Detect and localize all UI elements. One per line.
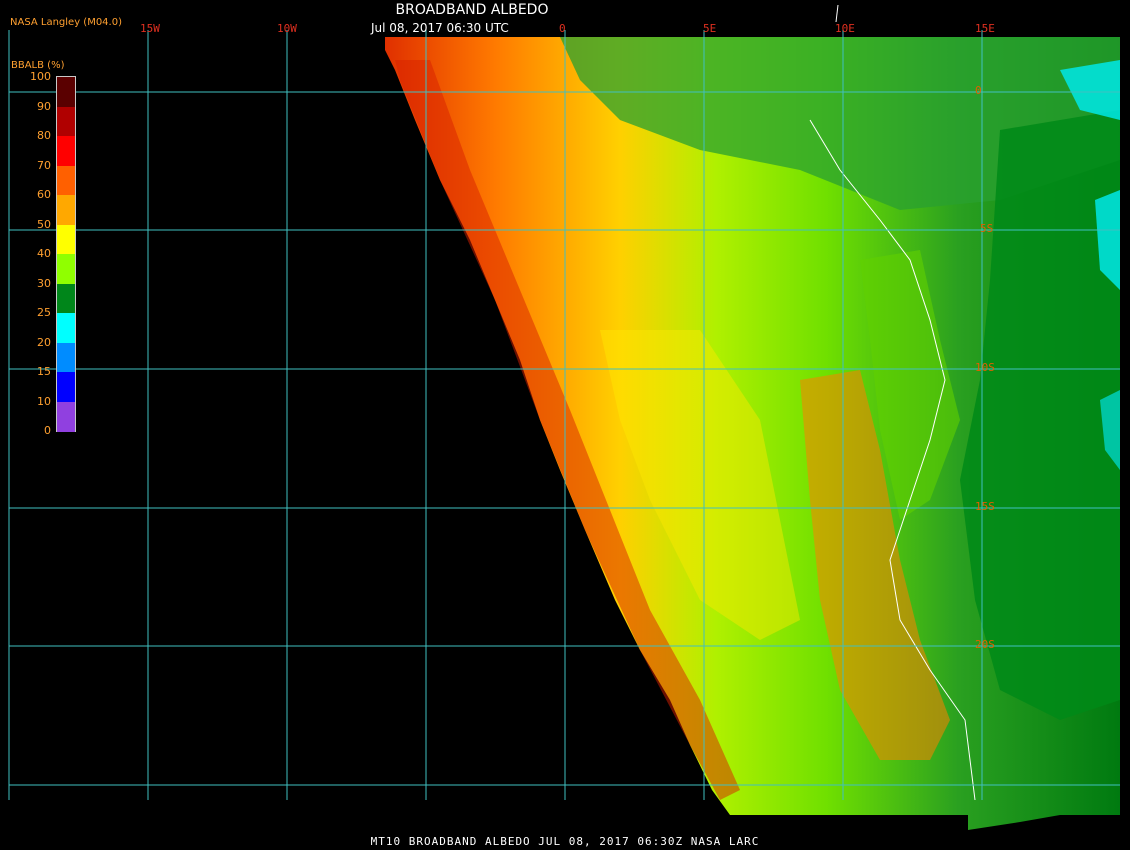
map-title: BROADBAND ALBEDO <box>395 2 549 18</box>
legend-tick-label: 0 <box>44 424 51 437</box>
lat-label: 10S <box>975 361 995 374</box>
legend-tick-label: 70 <box>37 158 51 172</box>
legend-swatch <box>57 165 75 196</box>
map-timestamp: Jul 08, 2017 06:30 UTC <box>371 21 509 35</box>
legend-tick-label: 15 <box>37 365 51 378</box>
legend-tick-label: 50 <box>37 217 51 231</box>
legend-tick-label: 80 <box>37 129 51 142</box>
legend-swatch <box>57 372 75 402</box>
legend-swatch <box>57 195 75 225</box>
legend-swatch <box>57 254 75 284</box>
credit-label: NASA Langley (M04.0) <box>10 17 122 28</box>
legend-tick-label: 20 <box>37 335 51 349</box>
legend-tick-label: 100 <box>30 70 51 83</box>
legend-swatch <box>57 401 75 432</box>
legend-tick-label: 90 <box>37 99 51 113</box>
lat-label: 15S <box>975 500 995 513</box>
lat-label: 0 <box>975 84 982 97</box>
lon-label: 15W <box>140 22 160 35</box>
legend-swatch <box>57 77 75 107</box>
legend-tick-label: 60 <box>37 188 51 201</box>
legend-swatch <box>57 342 75 373</box>
lon-label: 0 <box>559 22 566 35</box>
lon-label: 10E <box>835 22 855 35</box>
legend-swatch <box>57 106 75 137</box>
lat-label: 20S <box>975 638 995 651</box>
legend-tick-label: 10 <box>37 394 51 408</box>
lat-label: 5S <box>980 222 994 235</box>
lon-label: 15E <box>975 22 995 35</box>
legend-swatch <box>57 224 75 255</box>
footer-caption: MT10 BROADBAND ALBEDO JUL 08, 2017 06:30… <box>370 835 760 848</box>
lon-label: 5E <box>703 22 717 35</box>
legend-tick-label: 25 <box>37 306 51 319</box>
legend-tick-label: 30 <box>37 276 51 290</box>
legend-swatch <box>57 136 75 166</box>
legend-swatch <box>57 283 75 314</box>
albedo-map <box>8 4 1120 830</box>
legend-tick-label: 40 <box>37 247 51 260</box>
albedo-map-viewer: NASA Langley (M04.0) BROADBAND ALBEDO Ju… <box>0 0 1130 850</box>
color-legend <box>56 76 76 432</box>
legend-swatch <box>57 313 75 343</box>
lon-label: 10W <box>277 22 297 35</box>
